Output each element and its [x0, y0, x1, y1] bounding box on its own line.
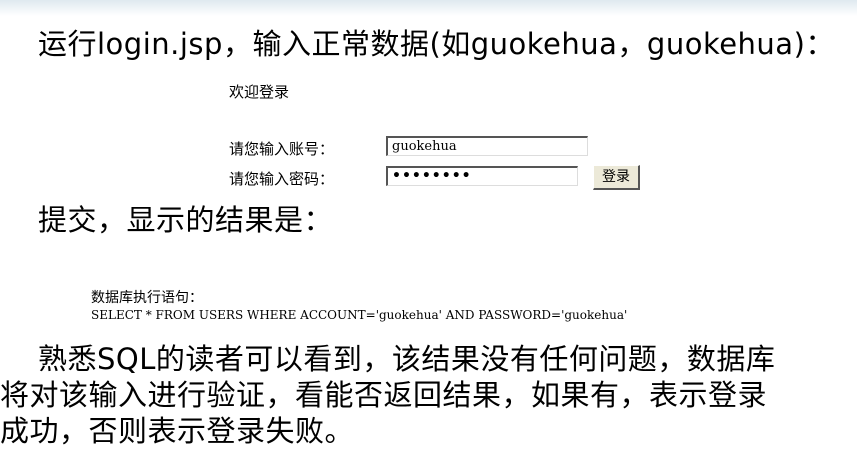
- welcome-title: 欢迎登录: [229, 83, 290, 101]
- sql-statement: SELECT * FROM USERS WHERE ACCOUNT='guoke…: [91, 308, 628, 322]
- account-label: 请您输入账号：: [229, 140, 335, 158]
- instruction-line-2: 提交，显示的结果是：: [38, 203, 334, 237]
- account-input[interactable]: guokehua: [386, 136, 588, 156]
- sql-heading: 数据库执行语句：: [91, 290, 203, 306]
- paragraph-line-1: 熟悉SQL的读者可以看到，该结果没有任何问题，数据库: [38, 342, 776, 376]
- login-button[interactable]: 登录: [593, 165, 640, 190]
- slide-top-band: [0, 0, 857, 16]
- password-label: 请您输入密码：: [229, 170, 335, 188]
- paragraph-line-3: 成功，否则表示登录失败。: [0, 414, 355, 448]
- paragraph-line-2: 将对该输入进行验证，看能否返回结果，如果有，表示登录: [0, 378, 768, 412]
- instruction-line-1: 运行login.jsp，输入正常数据(如guokehua，guokehua)：: [38, 27, 835, 61]
- password-input[interactable]: ••••••••: [386, 166, 578, 186]
